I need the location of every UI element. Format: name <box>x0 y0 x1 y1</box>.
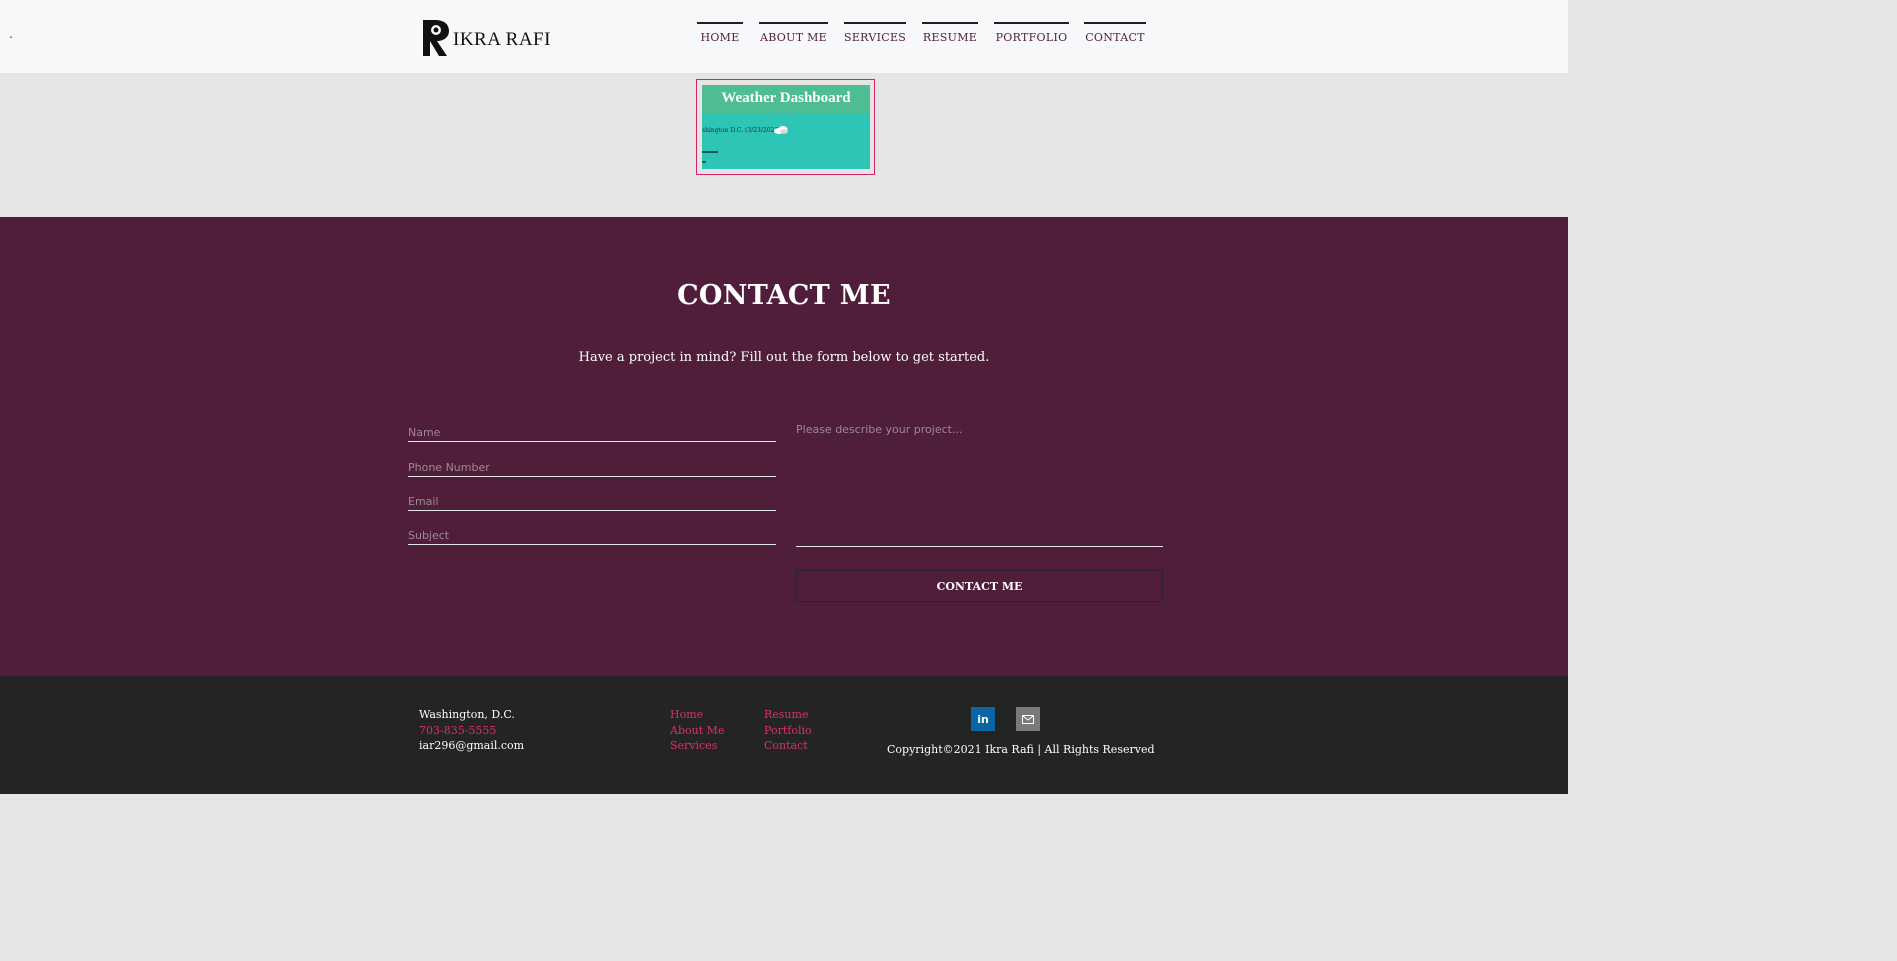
footer-link-portfolio[interactable]: Portfolio <box>764 724 812 737</box>
thumb-city-line: shington D.C. (3/23/2021) <box>702 127 781 134</box>
nav-contact[interactable]: CONTACT <box>1084 22 1146 52</box>
thumb-title: Weather Dashboard <box>702 85 870 113</box>
envelope-glyph <box>1022 714 1034 724</box>
weather-dashboard-preview: Weather Dashboard shington D.C. (3/23/20… <box>702 85 870 169</box>
footer-link-services[interactable]: Services <box>670 739 717 752</box>
footer-link-home[interactable]: Home <box>670 708 703 721</box>
nav-portfolio[interactable]: PORTFOLIO <box>994 22 1069 52</box>
mail-icon[interactable] <box>1016 707 1040 731</box>
phone-field[interactable] <box>408 451 776 476</box>
site-logo[interactable]: IKRA RAFI <box>419 16 551 58</box>
name-field-wrap <box>408 416 776 442</box>
linkedin-glyph: in <box>977 712 989 726</box>
message-field[interactable] <box>796 421 1163 546</box>
footer-link-resume[interactable]: Resume <box>764 708 808 721</box>
name-field[interactable] <box>408 416 776 441</box>
phone-field-wrap <box>408 451 776 477</box>
cloud-icon <box>774 126 788 134</box>
portfolio-strip: Weather Dashboard shington D.C. (3/23/20… <box>0 73 1568 217</box>
logo-text: IKRA RAFI <box>453 29 551 50</box>
footer-copyright: Copyright©2021 Ikra Rafi | All Rights Re… <box>887 743 1155 756</box>
nav-about-me[interactable]: ABOUT ME <box>759 22 828 52</box>
nav-resume[interactable]: RESUME <box>922 22 978 52</box>
footer-link-about-me[interactable]: About Me <box>670 724 724 737</box>
stray-dot: . <box>9 27 13 41</box>
footer-city: Washington, D.C. <box>419 708 515 721</box>
contact-title: CONTACT ME <box>677 280 891 311</box>
site-header: . IKRA RAFI HOME ABOUT ME SERVICES RESUM… <box>0 0 1568 73</box>
thumb-detail-line <box>702 161 706 163</box>
linkedin-icon[interactable]: in <box>971 707 995 731</box>
email-field[interactable] <box>408 485 776 510</box>
footer-link-contact[interactable]: Contact <box>764 739 808 752</box>
subject-field-wrap <box>408 519 776 545</box>
nav-home[interactable]: HOME <box>697 22 743 52</box>
footer-phone[interactable]: 703-835-5555 <box>419 724 496 737</box>
footer-email[interactable]: iar296@gmail.com <box>419 739 524 752</box>
contact-submit-button[interactable]: CONTACT ME <box>796 570 1163 602</box>
site-footer: Washington, D.C. 703-835-5555 iar296@gma… <box>0 676 1568 794</box>
portfolio-thumbnail[interactable]: Weather Dashboard shington D.C. (3/23/20… <box>696 79 875 175</box>
logo-mark-icon <box>423 20 449 56</box>
nav-services[interactable]: SERVICES <box>844 22 906 52</box>
thumb-detail-line <box>702 151 718 153</box>
subject-field[interactable] <box>408 519 776 544</box>
email-field-wrap <box>408 485 776 511</box>
contact-subtitle: Have a project in mind? Fill out the for… <box>578 350 990 365</box>
contact-section: CONTACT ME Have a project in mind? Fill … <box>0 217 1568 676</box>
message-field-wrap <box>796 421 1163 547</box>
